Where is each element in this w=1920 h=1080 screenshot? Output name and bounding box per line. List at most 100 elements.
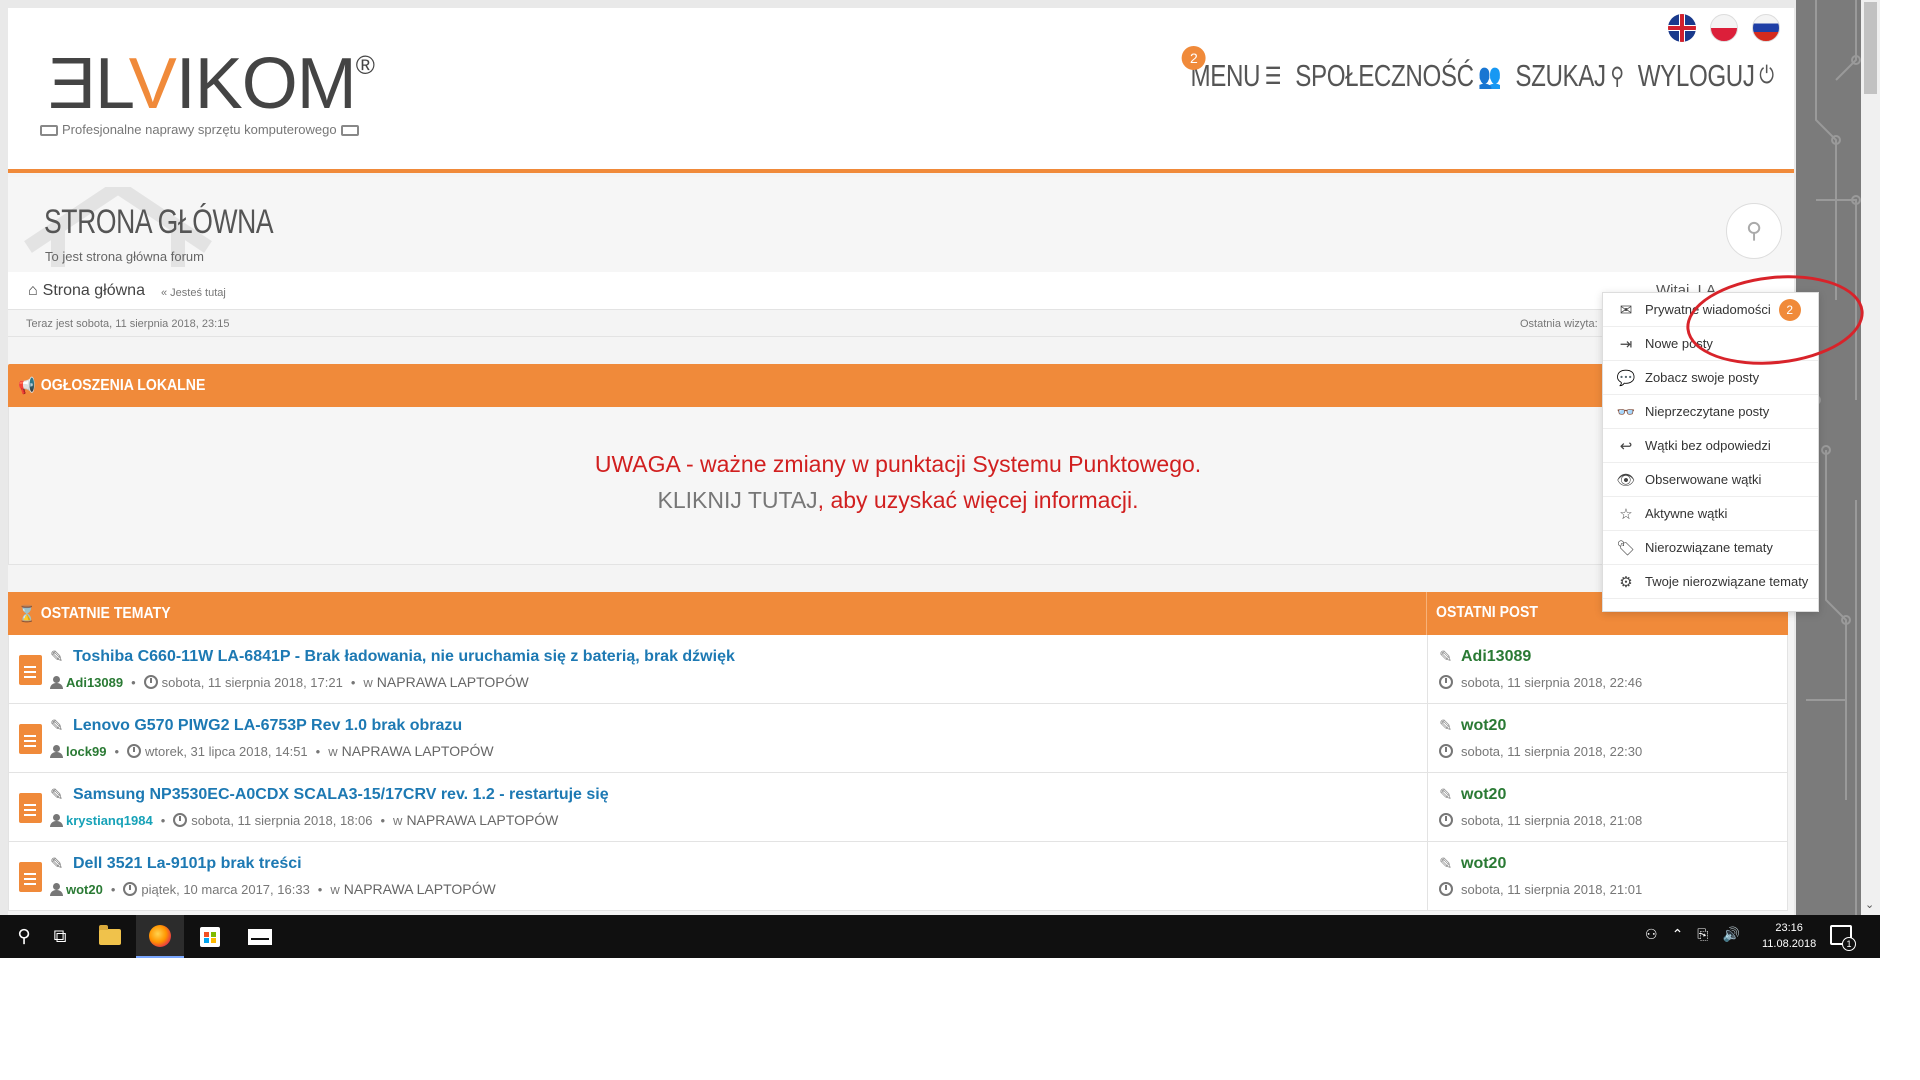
document-icon <box>19 862 42 892</box>
dropdown-item[interactable]: 💬 Zobacz swoje posty <box>1603 361 1818 395</box>
scrollbar-thumb[interactable] <box>1864 2 1877 94</box>
nav-logout[interactable]: WYLOGUJ ⏻ <box>1638 58 1774 94</box>
clock-icon <box>1439 744 1453 758</box>
task-view-icon[interactable]: ⧉ <box>36 915 84 958</box>
topic-in-label: w <box>328 743 338 759</box>
last-post-author[interactable]: Adi13089 <box>1461 648 1531 666</box>
last-post-author[interactable]: wot20 <box>1461 717 1506 735</box>
topic-forum-link[interactable]: NAPRAWA LAPTOPÓW <box>406 812 558 828</box>
notification-count-badge: 1 <box>1842 937 1856 951</box>
topic-author[interactable]: krystianq1984 <box>66 813 153 828</box>
russia-flag-icon[interactable] <box>1752 14 1780 42</box>
site-header: ƎLVIKOM® Profesjonalne naprawy sprzętu k… <box>8 8 1794 173</box>
envelope-icon: ✉ <box>1619 301 1633 319</box>
hourglass-icon: ⌛ <box>18 606 36 623</box>
last-post-author[interactable]: wot20 <box>1461 786 1506 804</box>
uk-flag-icon[interactable] <box>1668 14 1696 42</box>
topic-forum-link[interactable]: NAPRAWA LAPTOPÓW <box>377 674 529 690</box>
topic-row: ✎ Dell 3521 La-9101p brak treści wot20 • pią… <box>8 842 1788 911</box>
recent-topics-title: ⌛ OSTATNIE TEMATY <box>18 604 171 624</box>
store-icon[interactable] <box>186 915 234 958</box>
separator-dot: • <box>110 881 116 897</box>
nav-menu[interactable]: 2 MENU ☰ <box>1181 46 1282 94</box>
dropdown-item-label: Nierozwiązane tematy <box>1645 540 1773 555</box>
topic-title-link[interactable]: Toshiba C660-11W LA-6841P - Brak ładowan… <box>73 648 735 666</box>
separator-dot: • <box>160 812 166 828</box>
user-gear-icon: ⚙ <box>1619 573 1633 591</box>
dropdown-item-label: Twoje nierozwiązane tematy <box>1645 574 1809 589</box>
column-divider <box>1427 773 1428 842</box>
recent-topics-list: ✎ Toshiba C660-11W LA-6841P - Brak ładowa… <box>8 635 1788 911</box>
document-icon <box>19 655 42 685</box>
system-tray: ⚇ ⌃ ⎘ 🔊 <box>1645 927 1740 943</box>
last-post-date: sobota, 11 sierpnia 2018, 21:01 <box>1461 882 1643 897</box>
separator-dot: • <box>380 812 386 828</box>
topic-in-label: w <box>393 812 403 828</box>
power-icon: ⏻ <box>1759 62 1775 89</box>
nav-search[interactable]: SZUKAJ ⚲ <box>1515 58 1625 94</box>
nav-search-label: SZUKAJ <box>1515 58 1607 93</box>
search-icon: ⚲ <box>1745 218 1763 244</box>
topic-author[interactable]: lock99 <box>66 744 106 759</box>
pencil-icon: ✎ <box>1439 854 1453 873</box>
poland-flag-icon[interactable] <box>1710 14 1738 42</box>
dropdown-item[interactable]: 🏷 Nierozwiązane tematy <box>1603 531 1818 565</box>
dropdown-item[interactable]: ✉ Prywatne wiadomości 2 <box>1603 293 1818 327</box>
volume-icon[interactable]: 🔊 <box>1723 927 1740 943</box>
topic-forum-link[interactable]: NAPRAWA LAPTOPÓW <box>342 743 494 759</box>
document-icon <box>19 724 42 754</box>
topic-title-link[interactable]: Dell 3521 La-9101p brak treści <box>73 855 302 873</box>
dropdown-item[interactable]: ☆ Aktywne wątki <box>1603 497 1818 531</box>
info-bar: Teraz jest sobota, 11 sierpnia 2018, 23:… <box>8 311 1794 337</box>
column-divider <box>1427 704 1428 773</box>
topic-meta: Adi13089 • sobota, 11 sierpnia 2018, 17:21… <box>50 674 529 690</box>
scroll-down-arrow-icon[interactable]: ⌄ <box>1865 898 1874 911</box>
dropdown-item[interactable]: ⇥ Nowe posty <box>1603 327 1818 361</box>
site-logo[interactable]: ƎLVIKOM® <box>48 48 375 120</box>
eye-icon: 👁 <box>1616 471 1636 489</box>
last-post-author[interactable]: wot20 <box>1461 855 1506 873</box>
dropdown-item[interactable]: 👓 Nieprzeczytane posty <box>1603 395 1818 429</box>
topic-row: ✎ Lenovo G570 PIWG2 LA-6753P Rev 1.0 brak… <box>8 704 1788 773</box>
logo-text-prefix: ƎL <box>48 44 130 124</box>
search-button[interactable]: ⚲ <box>1726 203 1782 259</box>
page-subtitle: To jest strona główna forum <box>45 249 204 264</box>
taskbar-clock[interactable]: 23:16 11.08.2018 <box>1762 920 1816 952</box>
user-icon <box>50 675 63 689</box>
logo-registered-mark: ® <box>355 50 375 80</box>
topic-in-label: w <box>330 881 340 897</box>
network-icon[interactable]: ⎘ <box>1697 927 1708 943</box>
page-scrollbar[interactable]: ⌄ <box>1861 0 1880 915</box>
tray-chevron-icon[interactable]: ⌃ <box>1672 927 1684 943</box>
topic-title-link[interactable]: Samsung NP3530EC-A0CDX SCALA3-15/17CRV r… <box>73 786 609 804</box>
topic-forum-link[interactable]: NAPRAWA LAPTOPÓW <box>344 881 496 897</box>
recent-topics-header: ⌛ OSTATNIE TEMATY OSTATNI POST <box>8 592 1788 635</box>
breadcrumb-home[interactable]: ⌂ Strona główna <box>28 282 145 300</box>
comments-icon: 💬 <box>1616 369 1636 387</box>
topic-meta: krystianq1984 • sobota, 11 sierpnia 2018, … <box>50 812 558 828</box>
dropdown-item-label: Nieprzeczytane posty <box>1645 404 1770 419</box>
nav-logout-label: WYLOGUJ <box>1638 58 1755 93</box>
people-icon[interactable]: ⚇ <box>1645 927 1658 943</box>
topic-author[interactable]: Adi13089 <box>66 675 123 690</box>
topic-date: piątek, 10 marca 2017, 16:33 <box>141 881 310 897</box>
last-post-column-title: OSTATNI POST <box>1436 604 1538 621</box>
column-divider <box>1426 592 1427 635</box>
dropdown-item[interactable]: ↩ Wątki bez odpowiedzi <box>1603 429 1818 463</box>
laptop-icon <box>340 125 359 137</box>
edit-icon: ✎ <box>50 716 64 735</box>
announcement-link[interactable]: KLIKNIJ TUTAJ <box>657 487 817 513</box>
topic-author[interactable]: wot20 <box>66 882 103 897</box>
announcements-title-text: OGŁOSZENIA LOKALNE <box>40 377 206 394</box>
nav-community[interactable]: SPOŁECZNOŚĆ 👥 <box>1296 58 1502 94</box>
mail-icon[interactable] <box>236 915 284 958</box>
document-icon <box>19 793 42 823</box>
dropdown-item[interactable]: ⚙ Twoje nierozwiązane tematy <box>1603 565 1818 599</box>
breadcrumb-here: « Jesteś tutaj <box>161 287 226 299</box>
clock-icon <box>173 813 188 827</box>
file-explorer-icon[interactable] <box>86 915 134 958</box>
topic-title-link[interactable]: Lenovo G570 PIWG2 LA-6753P Rev 1.0 brak … <box>73 717 462 735</box>
clock-date: 11.08.2018 <box>1762 938 1817 950</box>
firefox-icon[interactable] <box>136 915 184 958</box>
dropdown-item[interactable]: 👁 Obserwowane wątki <box>1603 463 1818 497</box>
